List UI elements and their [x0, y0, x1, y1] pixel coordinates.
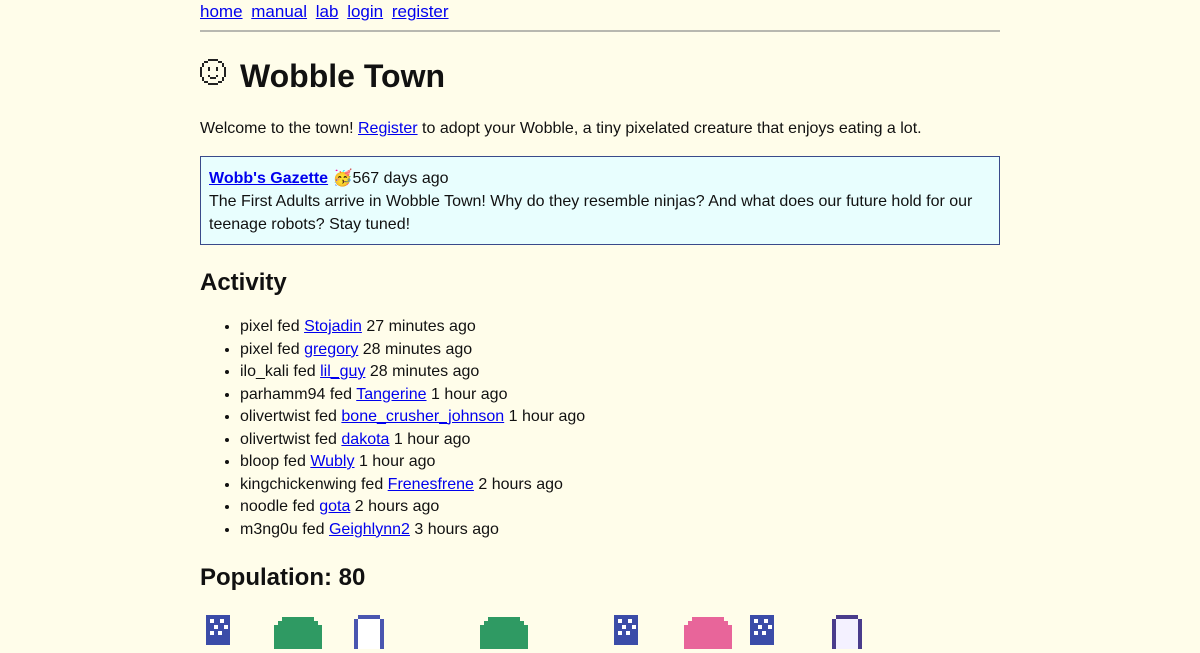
activity-list: pixel fed Stojadin 27 minutes agopixel f…: [200, 316, 1000, 541]
activity-wobble-link[interactable]: Wubly: [310, 453, 354, 470]
activity-wobble-link[interactable]: gregory: [304, 341, 358, 358]
gazette-age: 567 days ago: [352, 170, 449, 187]
activity-verb: fed: [283, 453, 306, 470]
activity-time: 2 hours ago: [354, 498, 440, 515]
activity-verb: fed: [277, 340, 300, 358]
activity-verb: fed: [314, 430, 337, 448]
register-link[interactable]: Register: [358, 120, 418, 137]
activity-item: olivertwist fed bone_crusher_johnson 1 h…: [240, 406, 1000, 429]
pink-blob-wobble-icon[interactable]: [684, 613, 732, 653]
activity-item: pixel fed Stojadin 27 minutes ago: [240, 316, 1000, 339]
gazette-box: Wobb's Gazette 🥳567 days ago The First A…: [200, 156, 1000, 245]
activity-feeder: pixel: [240, 318, 273, 335]
activity-item: olivertwist fed dakota 1 hour ago: [240, 429, 1000, 452]
nav-home[interactable]: home: [200, 2, 243, 21]
robot-wobble-icon[interactable]: [612, 613, 660, 653]
ghost-wobble-icon[interactable]: [348, 613, 396, 653]
population-heading: Population: 80: [200, 564, 366, 591]
activity-item: bloop fed Wubly 1 hour ago: [240, 451, 1000, 474]
activity-wobble-link[interactable]: Geighlynn2: [329, 521, 410, 538]
green-blob-wobble-icon[interactable]: [480, 613, 528, 653]
activity-time: 28 minutes ago: [362, 340, 473, 358]
activity-time: 27 minutes ago: [366, 318, 476, 335]
activity-time: 1 hour ago: [508, 408, 586, 425]
activity-verb: fed: [277, 318, 300, 335]
activity-item: ilo_kali fed lil_guy 28 minutes ago: [240, 361, 1000, 384]
activity-verb: fed: [329, 385, 353, 403]
party-emoji-icon: 🥳: [332, 170, 353, 187]
activity-time: 2 hours ago: [478, 475, 563, 493]
title-row: Wobble Town: [200, 58, 1000, 94]
activity-time: 28 minutes ago: [369, 363, 480, 380]
gazette-body: The First Adults arrive in Wobble Town! …: [209, 193, 973, 233]
activity-wobble-link[interactable]: Frenesfrene: [388, 476, 474, 493]
activity-time: 1 hour ago: [430, 385, 508, 403]
gazette-title-link[interactable]: Wobb's Gazette: [209, 170, 328, 187]
top-nav: home manual lab login register: [200, 0, 1000, 22]
activity-feeder: noodle: [240, 498, 289, 515]
activity-feeder: parhamm94: [240, 385, 326, 403]
nav-manual[interactable]: manual: [251, 2, 307, 21]
activity-item: pixel fed gregory 28 minutes ago: [240, 339, 1000, 362]
activity-verb: fed: [302, 520, 325, 538]
activity-feeder: olivertwist: [240, 408, 311, 425]
gazette-header: Wobb's Gazette 🥳567 days ago: [209, 167, 991, 190]
activity-verb: fed: [292, 498, 315, 515]
nav-lab[interactable]: lab: [316, 2, 339, 21]
activity-time: 1 hour ago: [393, 430, 471, 448]
activity-heading: Activity: [200, 269, 287, 296]
activity-wobble-link[interactable]: Stojadin: [304, 318, 362, 335]
robot-wobble-icon[interactable]: [748, 613, 796, 653]
welcome-text-before: Welcome to the town!: [200, 120, 358, 137]
activity-feeder: olivertwist: [240, 430, 311, 448]
nav-register[interactable]: register: [392, 2, 449, 21]
activity-time: 3 hours ago: [414, 520, 499, 538]
activity-feeder: kingchickenwing: [240, 475, 357, 493]
activity-item: m3ng0u fed Geighlynn2 3 hours ago: [240, 519, 1000, 542]
welcome-text: Welcome to the town! Register to adopt y…: [200, 118, 1000, 140]
population-row: [200, 613, 1000, 653]
activity-wobble-link[interactable]: lil_guy: [320, 363, 365, 380]
activity-wobble-link[interactable]: Tangerine: [356, 386, 426, 403]
activity-feeder: bloop: [240, 453, 280, 470]
green-blob-wobble-icon[interactable]: [274, 613, 322, 653]
activity-feeder: m3ng0u: [240, 520, 298, 538]
activity-wobble-link[interactable]: gota: [319, 498, 350, 515]
activity-item: parhamm94 fed Tangerine 1 hour ago: [240, 384, 1000, 407]
welcome-text-after: to adopt your Wobble, a tiny pixelated c…: [417, 120, 922, 137]
activity-verb: fed: [293, 363, 316, 380]
activity-feeder: pixel: [240, 340, 273, 358]
pixel-face-icon: [200, 59, 226, 85]
activity-item: kingchickenwing fed Frenesfrene 2 hours …: [240, 474, 1000, 497]
activity-wobble-link[interactable]: bone_crusher_johnson: [341, 408, 504, 425]
nav-divider: [200, 30, 1000, 32]
nav-login[interactable]: login: [347, 2, 383, 21]
activity-verb: fed: [314, 408, 337, 425]
activity-verb: fed: [360, 475, 384, 493]
activity-item: noodle fed gota 2 hours ago: [240, 496, 1000, 519]
activity-wobble-link[interactable]: dakota: [341, 431, 389, 448]
activity-time: 1 hour ago: [358, 453, 436, 470]
page-title: Wobble Town: [240, 58, 445, 94]
activity-feeder: ilo_kali: [240, 363, 289, 380]
ninja-wobble-icon[interactable]: [826, 613, 874, 653]
page-container: home manual lab login register Wobble To…: [200, 0, 1000, 653]
robot-wobble-icon[interactable]: [204, 613, 252, 653]
